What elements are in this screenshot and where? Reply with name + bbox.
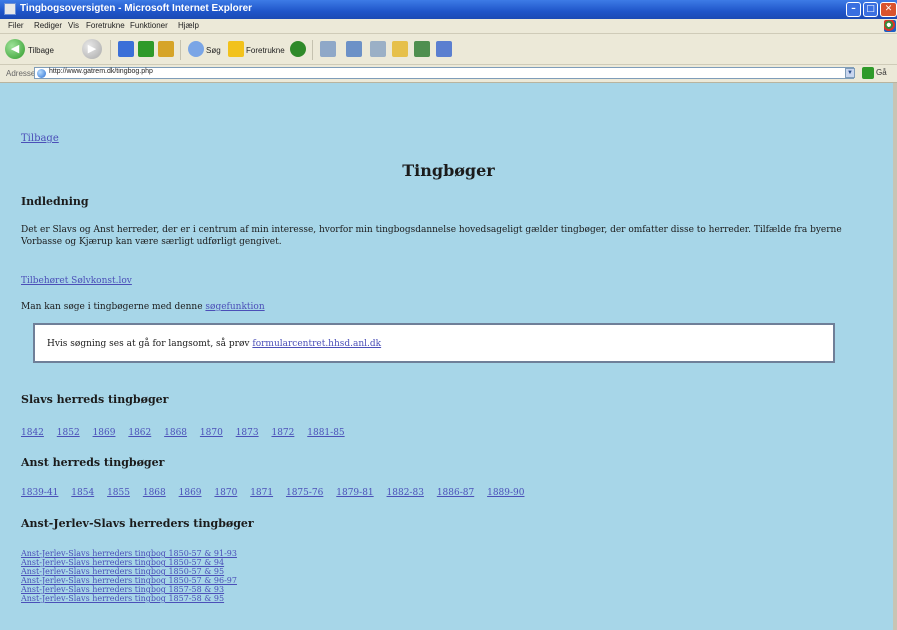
list-item-link[interactable]: Anst-Jerlev-Slavs herreders tingbog 1850…	[21, 558, 237, 567]
history-icon[interactable]	[320, 41, 336, 57]
year-link[interactable]: 1868	[164, 428, 187, 438]
address-input[interactable]: http://www.gatrem.dk/tingbog.php	[34, 67, 854, 79]
go-button-label[interactable]: Gå	[876, 68, 887, 77]
page-title: Tingbøger	[402, 161, 495, 180]
list-item-link[interactable]: Anst-Jerlev-Slavs herreders tingbog 1857…	[21, 585, 237, 594]
windows-logo-icon	[884, 20, 896, 32]
vertical-scrollbar[interactable]	[893, 83, 897, 630]
notice-link[interactable]: formularcentret.hhsd.anl.dk	[252, 339, 381, 349]
anst-year-links: 1839-41 1854 1855 1868 1869 1870 1871 18…	[21, 488, 535, 498]
year-link[interactable]: 1870	[214, 488, 237, 498]
menu-file[interactable]: Filer	[8, 21, 24, 30]
year-link[interactable]: 1869	[93, 428, 116, 438]
back-button-label[interactable]: Tilbage	[28, 46, 54, 55]
toolbar-separator	[110, 40, 111, 60]
back-link[interactable]: Tilbage	[21, 133, 59, 144]
year-link[interactable]: 1839-41	[21, 488, 58, 498]
media-icon[interactable]	[290, 41, 306, 57]
address-dropdown-icon[interactable]: ▼	[845, 68, 855, 78]
combined-link-list: Anst-Jerlev-Slavs herreders tingbog 1850…	[21, 549, 237, 603]
ie-page-icon	[4, 3, 16, 15]
year-link[interactable]: 1869	[179, 488, 202, 498]
search-link[interactable]: søgefunktion	[205, 302, 264, 312]
window-title: Tingbogsoversigten - Microsoft Internet …	[20, 3, 253, 14]
year-link[interactable]: 1879-81	[336, 488, 373, 498]
notice-box: Hvis søgning ses at gå for langsomt, så …	[33, 323, 835, 363]
window-titlebar[interactable]: Tingbogsoversigten - Microsoft Internet …	[0, 0, 897, 19]
anst-heading: Anst herreds tingbøger	[21, 456, 165, 469]
year-link[interactable]: 1862	[128, 428, 151, 438]
standard-toolbar: ◀ Tilbage ▶ Søg Foretrukne	[0, 34, 897, 65]
refresh-icon[interactable]	[138, 41, 154, 57]
menu-help[interactable]: Hjælp	[178, 21, 199, 30]
close-button[interactable]: ✕	[880, 2, 897, 17]
menu-bar: Filer Rediger Vis Foretrukne Funktioner …	[0, 19, 897, 34]
minimize-button[interactable]: –	[846, 2, 861, 17]
print-icon[interactable]	[370, 41, 386, 57]
year-link[interactable]: 1854	[71, 488, 94, 498]
toolbar-separator	[180, 40, 181, 60]
users-icon[interactable]	[436, 41, 452, 57]
year-link[interactable]: 1871	[250, 488, 273, 498]
notice-sentence: Hvis søgning ses at gå for langsomt, så …	[47, 339, 381, 349]
list-item-link[interactable]: Anst-Jerlev-Slavs herreders tingbog 1857…	[21, 594, 237, 603]
year-link[interactable]: 1875-76	[286, 488, 323, 498]
year-link[interactable]: 1886-87	[437, 488, 474, 498]
stop-icon[interactable]	[118, 41, 134, 57]
year-link[interactable]: 1881-85	[307, 428, 344, 438]
menu-favorites[interactable]: Foretrukne	[86, 21, 125, 30]
year-link[interactable]: 1889-90	[487, 488, 524, 498]
go-arrow-icon[interactable]	[862, 67, 874, 79]
back-arrow-icon[interactable]: ◀	[5, 39, 25, 59]
home-icon[interactable]	[158, 41, 174, 57]
address-bar: Adresse http://www.gatrem.dk/tingbog.php…	[0, 65, 897, 83]
list-item-link[interactable]: Anst-Jerlev-Slavs herreders tingbog 1850…	[21, 567, 237, 576]
folder-link[interactable]: Tilbehøret Sølvkonst.lov	[21, 276, 132, 286]
search-sentence: Man kan søge i tingbøgerne med denne søg…	[21, 302, 265, 312]
menu-tools[interactable]: Funktioner	[130, 21, 168, 30]
favorites-star-icon[interactable]	[228, 41, 244, 57]
intro-heading: Indledning	[21, 195, 89, 208]
list-item-link[interactable]: Anst-Jerlev-Slavs herreders tingbog 1850…	[21, 576, 237, 585]
slavs-year-links: 1842 1852 1869 1862 1868 1870 1873 1872 …	[21, 428, 355, 438]
year-link[interactable]: 1868	[143, 488, 166, 498]
year-link[interactable]: 1842	[21, 428, 44, 438]
intro-paragraph: Det er Slavs og Anst herreder, der er i …	[21, 225, 842, 247]
combined-heading: Anst-Jerlev-Slavs herreders tingbøger	[21, 517, 254, 530]
year-link[interactable]: 1870	[200, 428, 223, 438]
year-link[interactable]: 1882-83	[387, 488, 424, 498]
ie-globe-icon	[37, 69, 46, 78]
year-link[interactable]: 1873	[236, 428, 259, 438]
favorites-button-label[interactable]: Foretrukne	[246, 46, 285, 55]
notice-text: Hvis søgning ses at gå for langsomt, så …	[47, 339, 250, 349]
slavs-heading: Slavs herreds tingbøger	[21, 393, 169, 406]
search-icon[interactable]	[188, 41, 204, 57]
address-url[interactable]: http://www.gatrem.dk/tingbog.php	[49, 68, 153, 75]
year-link[interactable]: 1852	[57, 428, 80, 438]
address-label: Adresse	[6, 69, 36, 78]
menu-view[interactable]: Vis	[68, 21, 79, 30]
messenger-icon[interactable]	[414, 41, 430, 57]
search-button-label[interactable]: Søg	[206, 46, 221, 55]
forward-arrow-icon[interactable]: ▶	[82, 39, 102, 59]
page-content: Tilbage Tingbøger Indledning Det er Slav…	[0, 83, 897, 630]
maximize-button[interactable]: □	[863, 2, 878, 17]
year-link[interactable]: 1872	[271, 428, 294, 438]
list-item-link[interactable]: Anst-Jerlev-Slavs herreders tingbog 1850…	[21, 549, 237, 558]
menu-edit[interactable]: Rediger	[34, 21, 62, 30]
toolbar-separator	[312, 40, 313, 60]
year-link[interactable]: 1855	[107, 488, 130, 498]
folder-icon[interactable]	[392, 41, 408, 57]
mail-icon[interactable]	[346, 41, 362, 57]
search-text: Man kan søge i tingbøgerne med denne	[21, 302, 203, 312]
